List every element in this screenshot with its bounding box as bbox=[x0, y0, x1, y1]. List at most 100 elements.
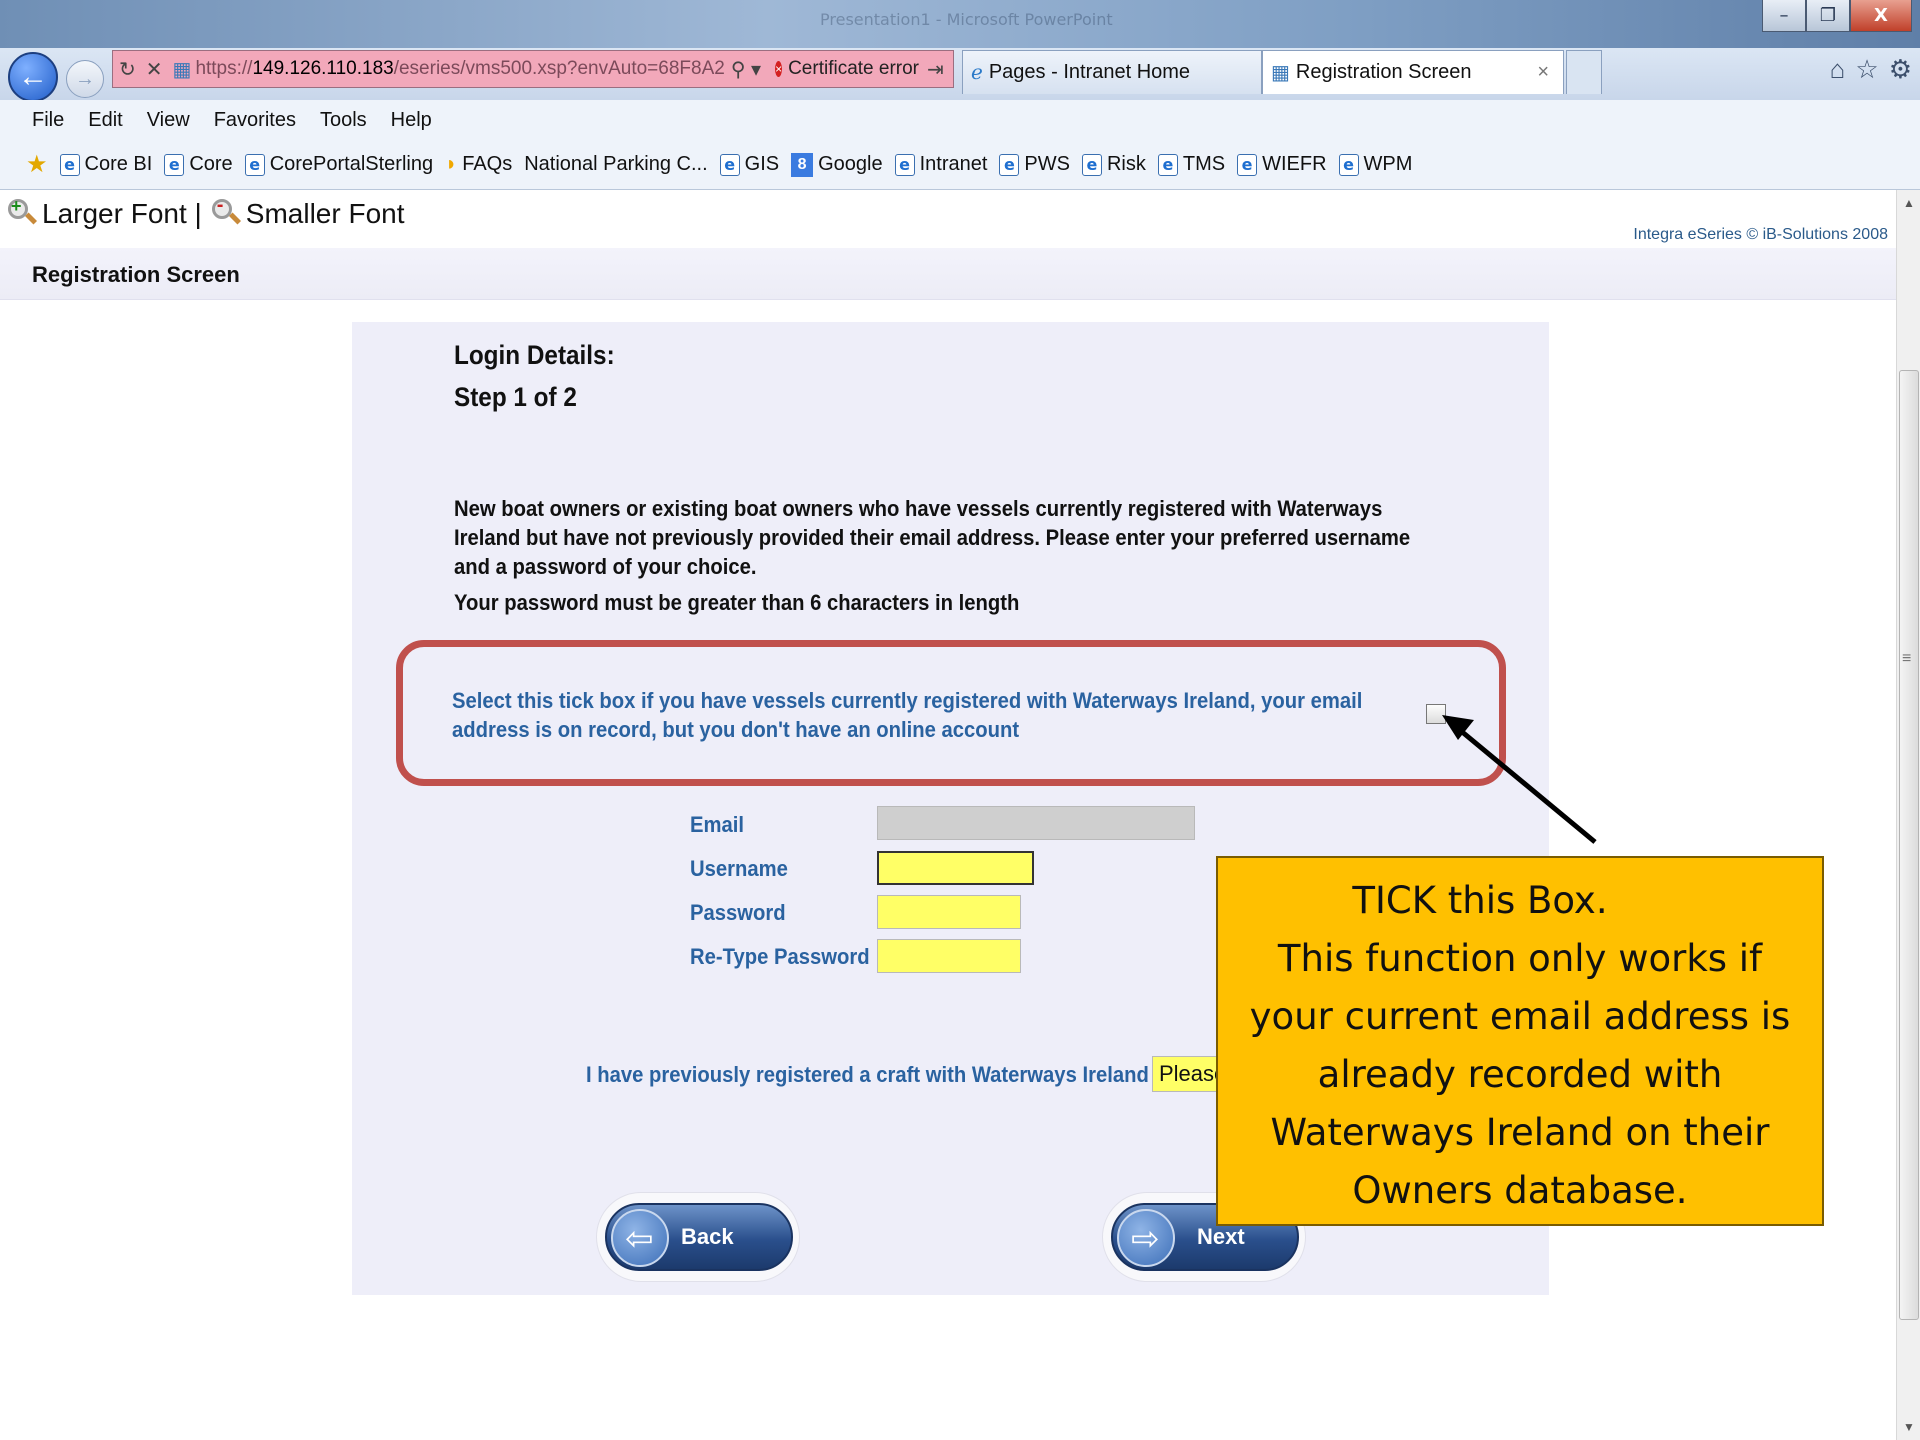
new-tab-button[interactable] bbox=[1566, 50, 1602, 94]
ie-page-icon: e bbox=[244, 153, 265, 176]
tick-box-instruction: Select this tick box if you have vessels… bbox=[452, 688, 1363, 742]
ie-page-icon: e bbox=[1338, 153, 1359, 176]
scrollbar-thumb[interactable] bbox=[1899, 370, 1919, 1320]
zoom-out-icon[interactable]: - bbox=[211, 194, 241, 229]
zoom-in-icon[interactable]: + bbox=[8, 196, 38, 229]
password-rule-text: Your password must be greater than 6 cha… bbox=[454, 590, 1020, 615]
ie-page-icon: e bbox=[719, 153, 740, 176]
email-field[interactable] bbox=[877, 806, 1195, 840]
menu-file[interactable]: File bbox=[32, 109, 64, 132]
browser-forward-button[interactable]: → bbox=[66, 60, 104, 98]
favorite-intranet[interactable]: e Intranet bbox=[894, 153, 987, 176]
step-indicator: Step 1 of 2 bbox=[454, 382, 577, 412]
close-tab-icon[interactable]: × bbox=[1537, 61, 1549, 84]
menu-view[interactable]: View bbox=[147, 109, 190, 132]
browser-navigation-bar: ← → ↻ ✕ ▦ https://149.126.110.183/eserie… bbox=[0, 48, 1920, 102]
menu-bar: File Edit View Favorites Tools Help bbox=[0, 100, 1920, 140]
close-window-button[interactable]: X bbox=[1850, 0, 1912, 32]
favorite-coreportalsterling[interactable]: e CorePortalSterling bbox=[244, 153, 433, 176]
username-label: Username bbox=[690, 856, 788, 881]
callout-line: already recorded with bbox=[1317, 1053, 1723, 1096]
ie-page-icon: e bbox=[1157, 153, 1178, 176]
intro-text: New boat owners or existing boat owners … bbox=[454, 496, 1411, 579]
favorite-risk[interactable]: e Risk bbox=[1081, 153, 1146, 176]
minimize-button[interactable]: – bbox=[1762, 0, 1806, 32]
gear-icon[interactable]: ⚙ bbox=[1889, 54, 1912, 85]
window-controls: – ❐ X bbox=[1762, 0, 1912, 32]
browser-tools: ⌂ ☆ ⚙ bbox=[1830, 54, 1912, 85]
browser-back-button[interactable]: ← bbox=[8, 52, 58, 102]
callout-line: Owners database. bbox=[1352, 1169, 1688, 1212]
address-bar[interactable]: ↻ ✕ ▦ https://149.126.110.183/eseries/vm… bbox=[112, 50, 954, 88]
instruction-callout: TICK this Box. This function only works … bbox=[1216, 856, 1824, 1226]
vertical-scrollbar[interactable]: ▲ ≡ ▼ bbox=[1896, 190, 1920, 1440]
scroll-up-icon[interactable]: ▲ bbox=[1903, 196, 1915, 210]
menu-favorites[interactable]: Favorites bbox=[214, 109, 296, 132]
address-url[interactable]: https://149.126.110.183/eseries/vms500.x… bbox=[195, 58, 724, 80]
search-dropdown-icon[interactable]: ⚲ ▾ bbox=[731, 57, 761, 82]
password-field[interactable] bbox=[877, 895, 1021, 929]
callout-line: This function only works if bbox=[1277, 937, 1763, 980]
favorite-google[interactable]: 8 Google bbox=[791, 152, 883, 177]
menu-tools[interactable]: Tools bbox=[320, 109, 367, 132]
favorites-bar: ★ e Core BI e Core e CorePortalSterling ◗ FA… bbox=[0, 140, 1920, 190]
tab-registration-screen[interactable]: ▦ Registration Screen × bbox=[1262, 50, 1564, 94]
tab-intranet-home[interactable]: ℯ Pages - Intranet Home bbox=[962, 50, 1262, 94]
certificate-error-icon: × bbox=[775, 61, 783, 77]
favorites-add-icon[interactable]: ★ bbox=[26, 150, 48, 179]
next-arrow-icon: ⇨ bbox=[1117, 1209, 1175, 1267]
favorite-pws[interactable]: e PWS bbox=[999, 153, 1070, 176]
favorites-star-icon[interactable]: ☆ bbox=[1855, 54, 1878, 85]
restore-button[interactable]: ❐ bbox=[1806, 0, 1850, 32]
back-button-label: Back bbox=[681, 1224, 734, 1249]
favorite-core[interactable]: e Core bbox=[164, 153, 233, 176]
page-favicon-icon: ▦ bbox=[1271, 62, 1290, 84]
ie-page-icon: e bbox=[999, 153, 1020, 176]
retype-password-field[interactable] bbox=[877, 939, 1021, 973]
certificate-error-label[interactable]: Certificate error bbox=[788, 58, 919, 80]
email-label: Email bbox=[690, 812, 745, 837]
back-button[interactable]: ⇦ Back bbox=[596, 1192, 800, 1282]
existing-account-checkbox[interactable] bbox=[1426, 704, 1446, 724]
google-icon: 8 bbox=[791, 152, 814, 177]
scroll-grip-icon: ≡ bbox=[1902, 650, 1912, 667]
ie-page-icon: e bbox=[894, 153, 915, 176]
username-field[interactable] bbox=[877, 851, 1034, 885]
previously-registered-label: I have previously registered a craft wit… bbox=[586, 1062, 1149, 1087]
ie-logo-icon: ℯ bbox=[971, 62, 983, 84]
ie-page-icon: e bbox=[59, 153, 80, 176]
back-arrow-icon: ← bbox=[18, 60, 48, 93]
screen-title-bar: Registration Screen bbox=[0, 248, 1896, 300]
ie-page-icon: e bbox=[1237, 153, 1258, 176]
menu-edit[interactable]: Edit bbox=[88, 109, 122, 132]
scroll-down-icon[interactable]: ▼ bbox=[1903, 1420, 1915, 1434]
font-size-controls: + Larger Font | - Smaller Font bbox=[8, 194, 405, 230]
stop-icon[interactable]: ✕ bbox=[146, 57, 163, 82]
refresh-icon[interactable]: ↻ bbox=[119, 57, 136, 82]
favorite-gis[interactable]: e GIS bbox=[719, 153, 779, 176]
favorite-national-parking[interactable]: National Parking C... bbox=[524, 153, 707, 176]
favorite-wiefr[interactable]: e WIEFR bbox=[1237, 153, 1327, 176]
page-favicon-icon: ▦ bbox=[172, 58, 192, 81]
retype-password-label: Re-Type Password bbox=[690, 944, 870, 969]
home-icon[interactable]: ⌂ bbox=[1830, 54, 1846, 85]
ie-page-icon: e bbox=[164, 153, 185, 176]
callout-line: Waterways Ireland on their bbox=[1270, 1111, 1770, 1154]
next-button-label: Next bbox=[1197, 1224, 1245, 1249]
password-label: Password bbox=[690, 900, 786, 925]
menu-help[interactable]: Help bbox=[391, 109, 432, 132]
favorite-wpm[interactable]: e WPM bbox=[1338, 153, 1412, 176]
larger-font-link[interactable]: Larger Font | bbox=[42, 198, 202, 230]
favorite-faqs[interactable]: ◗ FAQs bbox=[445, 153, 512, 176]
back-arrow-icon: ⇦ bbox=[611, 1209, 669, 1267]
ie-page-icon: e bbox=[1081, 153, 1102, 176]
smaller-font-link[interactable]: Smaller Font bbox=[246, 198, 405, 230]
favorite-tms[interactable]: e TMS bbox=[1157, 153, 1225, 176]
forward-arrow-icon: → bbox=[75, 67, 95, 90]
window-title: Presentation1 - Microsoft PowerPoint bbox=[820, 10, 1113, 29]
favorite-core-bi[interactable]: e Core BI bbox=[59, 153, 152, 176]
go-icon[interactable]: ⇥ → bbox=[927, 57, 953, 82]
screen-title: Registration Screen bbox=[32, 262, 240, 287]
window-title-bar: Presentation1 - Microsoft PowerPoint – ❐… bbox=[0, 0, 1920, 48]
faq-icon: ◗ bbox=[445, 153, 458, 175]
